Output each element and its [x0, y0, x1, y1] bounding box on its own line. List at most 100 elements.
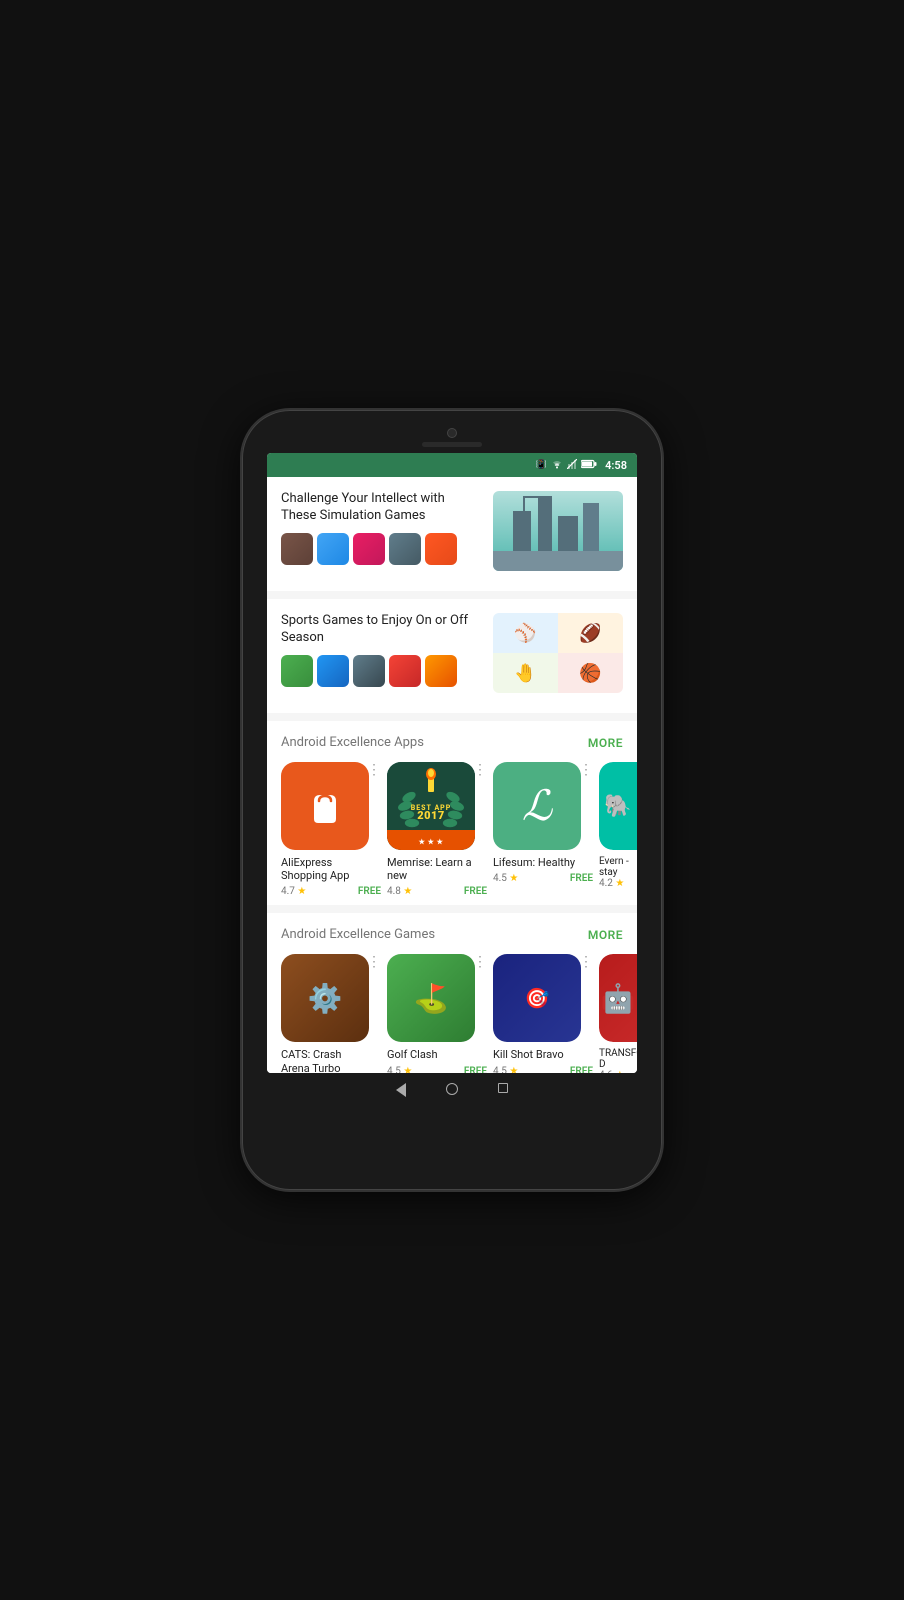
lifesum-price: FREE [570, 873, 593, 884]
app-item-transformers[interactable]: 🤖 TRANSFORMERS: D 4.6 ★ [599, 954, 637, 1073]
memrise-meta: 4.8 ★ FREE [387, 886, 487, 897]
excellence-apps-list: ⋮ AliExpress Shopping App 4.7 ★ FREE [267, 762, 637, 897]
bottom-navigation [396, 1083, 508, 1097]
app-item-golf[interactable]: ⛳ ⋮ Golf Clash 4.5 ★ FREE [387, 954, 487, 1073]
sports-cell-basketball: 🏀 [558, 653, 623, 693]
home-button[interactable] [446, 1083, 458, 1095]
evernote-rating: 4.2 ★ [599, 878, 637, 889]
golf-emoji: ⛳ [414, 982, 449, 1015]
app-item-lifesum[interactable]: ℒ ⋮ Lifesum: Healthy 4.5 ★ FREE [493, 762, 593, 897]
lifesum-letter: ℒ [522, 781, 552, 831]
app-item-aliexpress[interactable]: ⋮ AliExpress Shopping App 4.7 ★ FREE [281, 762, 381, 897]
svg-text:2017: 2017 [417, 809, 445, 822]
phone-screen: 📳 [267, 453, 637, 1073]
memrise-name: Memrise: Learn a new [387, 856, 487, 882]
aliexpress-name: AliExpress Shopping App [281, 856, 381, 882]
golf-price: FREE [464, 1066, 487, 1073]
lifesum-rating: 4.5 ★ [493, 873, 518, 884]
memrise-icon[interactable]: BEST APP 2017 ★ ★ ★ [387, 762, 475, 850]
simulation-image[interactable] [493, 491, 623, 571]
excellence-games-more[interactable]: MORE [588, 928, 623, 942]
excellence-games-list: ⚙️ ⋮ CATS: Crash Arena Turbo 4.6 ★ FREE [267, 954, 637, 1073]
mini-icon-sp-5[interactable] [425, 655, 457, 687]
golf-name: Golf Clash [387, 1048, 487, 1061]
phone-device: 📳 [242, 410, 662, 1190]
mini-icon-sp-1[interactable] [281, 655, 313, 687]
golf-menu[interactable]: ⋮ [473, 954, 487, 970]
killshot-emoji: 🎯 [525, 986, 550, 1010]
sports-title: Sports Games to Enjoy On or Off Season [281, 613, 483, 647]
killshot-meta: 4.5 ★ FREE [493, 1066, 593, 1073]
killshot-name: Kill Shot Bravo [493, 1048, 593, 1061]
sports-section: Sports Games to Enjoy On or Off Season ⚾ [267, 599, 637, 713]
sports-cell-baseball: ⚾ [493, 613, 558, 653]
excellence-apps-title: Android Excellence Apps [281, 735, 424, 750]
cats-name: CATS: Crash Arena Turbo [281, 1048, 381, 1073]
killshot-menu[interactable]: ⋮ [579, 954, 593, 970]
evernote-name: Evern - stay [599, 856, 637, 878]
killshot-rating: 4.5 ★ [493, 1066, 518, 1073]
transformers-icon[interactable]: 🤖 [599, 954, 637, 1042]
mini-icon-sim-5[interactable] [425, 533, 457, 565]
simulation-section: Challenge Your Intellect with These Simu… [267, 477, 637, 591]
sports-image[interactable]: ⚾ 🏈 🤚 🏀 [493, 613, 623, 693]
status-bar: 📳 [267, 453, 637, 477]
aliexpress-icon[interactable] [281, 762, 369, 850]
sports-text: Sports Games to Enjoy On or Off Season [281, 613, 483, 687]
trans-emoji: 🤖 [601, 982, 636, 1015]
killshot-price: FREE [570, 1066, 593, 1073]
mini-icon-sim-1[interactable] [281, 533, 313, 565]
cats-icon[interactable]: ⚙️ [281, 954, 369, 1042]
simulation-mini-icons [281, 533, 483, 565]
golf-meta: 4.5 ★ FREE [387, 1066, 487, 1073]
app-item-memrise[interactable]: BEST APP 2017 ★ ★ ★ ⋮ Memris [387, 762, 487, 897]
cats-emoji: ⚙️ [308, 982, 343, 1015]
svg-text:★ ★ ★: ★ ★ ★ [419, 838, 444, 846]
sports-cell-cricket: 🤚 [493, 653, 558, 693]
app-item-evernote[interactable]: 🐘 Evern - stay 4.2 ★ [599, 762, 637, 897]
mini-icon-sim-3[interactable] [353, 533, 385, 565]
excellence-games-section: Android Excellence Games MORE ⚙️ ⋮ [267, 913, 637, 1073]
status-time: 4:58 [605, 459, 627, 472]
aliexpress-meta: 4.7 ★ FREE [281, 886, 381, 897]
killshot-icon[interactable]: 🎯 [493, 954, 581, 1042]
memrise-price: FREE [464, 886, 487, 897]
mini-icon-sp-2[interactable] [317, 655, 349, 687]
back-button[interactable] [396, 1083, 406, 1097]
mini-icon-sim-2[interactable] [317, 533, 349, 565]
recent-button[interactable] [498, 1083, 508, 1093]
mini-icon-sim-4[interactable] [389, 533, 421, 565]
earpiece [422, 442, 482, 447]
simulation-row: Challenge Your Intellect with These Simu… [267, 491, 637, 583]
cats-menu[interactable]: ⋮ [367, 954, 381, 970]
lifesum-name: Lifesum: Healthy [493, 856, 593, 869]
evernote-icon[interactable]: 🐘 [599, 762, 637, 850]
battery-icon [581, 459, 597, 472]
aliexpress-rating: 4.7 ★ [281, 886, 306, 897]
lifesum-icon[interactable]: ℒ [493, 762, 581, 850]
excellence-apps-header: Android Excellence Apps MORE [267, 735, 637, 750]
memrise-menu[interactable]: ⋮ [473, 762, 487, 778]
aliexpress-price: FREE [358, 886, 381, 897]
excellence-apps-more[interactable]: MORE [588, 736, 623, 750]
screen-content[interactable]: Challenge Your Intellect with These Simu… [267, 477, 637, 1073]
golf-icon[interactable]: ⛳ [387, 954, 475, 1042]
app-item-cats[interactable]: ⚙️ ⋮ CATS: Crash Arena Turbo 4.6 ★ FREE [281, 954, 381, 1073]
app-item-killshot[interactable]: 🎯 ⋮ Kill Shot Bravo 4.5 ★ FREE [493, 954, 593, 1073]
transformers-rating: 4.6 ★ [599, 1070, 637, 1073]
excellence-apps-section: Android Excellence Apps MORE [267, 721, 637, 905]
mini-icon-sp-3[interactable] [353, 655, 385, 687]
front-camera [447, 428, 457, 438]
transformers-name: TRANSFORMERS: D [599, 1048, 637, 1070]
phone-top [252, 428, 652, 451]
excellence-games-header: Android Excellence Games MORE [267, 927, 637, 942]
mini-icon-sp-4[interactable] [389, 655, 421, 687]
lifesum-meta: 4.5 ★ FREE [493, 873, 593, 884]
memrise-rating: 4.8 ★ [387, 886, 412, 897]
excellence-games-title: Android Excellence Games [281, 927, 435, 942]
golf-rating: 4.5 ★ [387, 1066, 412, 1073]
aliexpress-menu[interactable]: ⋮ [367, 762, 381, 778]
lifesum-menu[interactable]: ⋮ [579, 762, 593, 778]
sports-cell-football: 🏈 [558, 613, 623, 653]
status-icons: 📳 [536, 459, 627, 472]
